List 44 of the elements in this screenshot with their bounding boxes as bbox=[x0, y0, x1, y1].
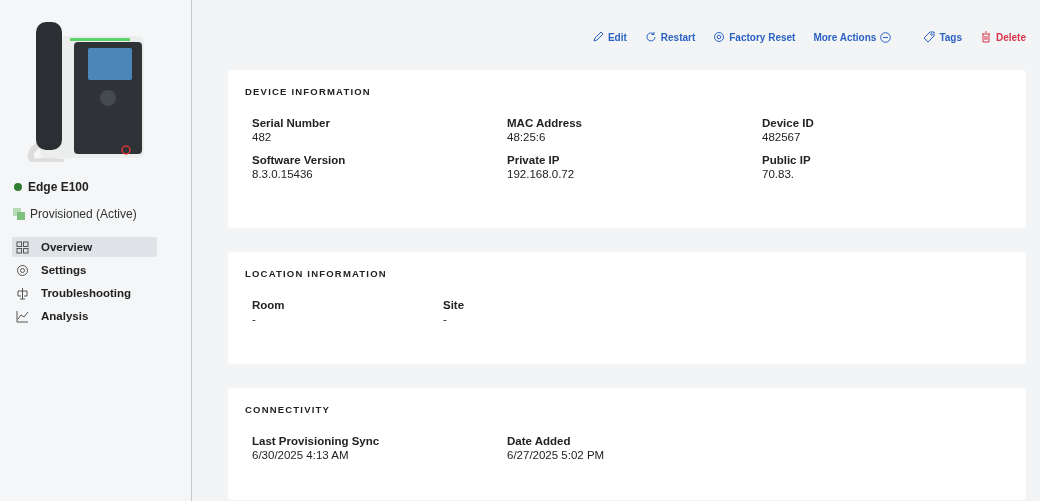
trash-button[interactable]: Delete bbox=[980, 31, 1026, 43]
field-label: Site bbox=[443, 299, 466, 311]
field-label: Software Version bbox=[252, 154, 347, 166]
field-value: 8.3.0.15436 bbox=[252, 168, 314, 180]
tools-icon bbox=[16, 286, 29, 300]
field-label: Serial Number bbox=[252, 117, 331, 129]
tag-icon bbox=[923, 31, 936, 43]
section-title: CONNECTIVITY bbox=[245, 404, 332, 415]
field-value: 70.83. bbox=[762, 168, 795, 180]
field-label: MAC Address bbox=[507, 117, 583, 129]
field-value: 482567 bbox=[762, 131, 802, 143]
field-value: 6/30/2025 4:13 AM bbox=[252, 449, 350, 461]
section-title: LOCATION INFORMATION bbox=[245, 268, 388, 279]
tag-button[interactable]: Tags bbox=[923, 31, 962, 43]
pencil-icon bbox=[591, 31, 604, 43]
field-label: Date Added bbox=[507, 435, 572, 447]
nav-item[interactable]: Settings bbox=[12, 260, 157, 280]
minus-circle-icon bbox=[880, 31, 892, 43]
provisioning-status: Provisioned (Active) bbox=[30, 207, 137, 221]
more-actions-button[interactable]: More Actions bbox=[813, 31, 892, 43]
field-label: Room bbox=[252, 299, 286, 311]
section-title: DEVICE INFORMATION bbox=[245, 86, 372, 97]
nav-item[interactable]: Analysis bbox=[12, 306, 157, 326]
field-value: - bbox=[443, 313, 448, 325]
chart-icon bbox=[16, 309, 29, 323]
refresh-icon bbox=[644, 31, 657, 43]
field-value: 48:25:6 bbox=[507, 131, 547, 143]
nav-item[interactable]: Troubleshooting bbox=[12, 283, 157, 303]
status-icon bbox=[13, 208, 25, 220]
device-name: Edge E100 bbox=[28, 180, 89, 194]
field-value: 6/27/2025 5:02 PM bbox=[507, 449, 606, 461]
field-label: Public IP bbox=[762, 154, 812, 166]
trash-icon bbox=[980, 31, 992, 43]
field-label: Last Provisioning Sync bbox=[252, 435, 381, 447]
field-value: 482 bbox=[252, 131, 273, 143]
grid-icon bbox=[16, 240, 29, 254]
field-value: - bbox=[252, 313, 257, 325]
field-label: Device ID bbox=[762, 117, 815, 129]
pencil-button[interactable]: Edit bbox=[591, 31, 627, 43]
gear-button[interactable]: Factory Reset bbox=[713, 31, 796, 43]
nav-item[interactable]: Overview bbox=[12, 237, 157, 257]
field-value: 192.168.0.72 bbox=[507, 168, 576, 180]
restart-button[interactable]: Restart bbox=[644, 31, 696, 43]
field-label: Private IP bbox=[507, 154, 561, 166]
